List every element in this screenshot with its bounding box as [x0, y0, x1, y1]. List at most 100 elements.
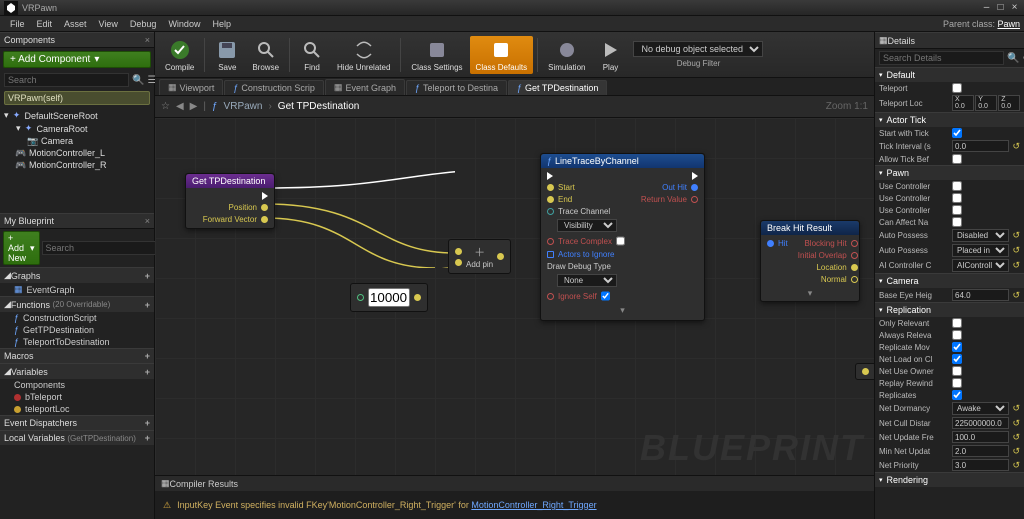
xyz-field[interactable]: X 0.0: [952, 95, 974, 111]
compile-button[interactable]: Compile: [159, 36, 200, 74]
variables-section-header[interactable]: ◢Variables+: [0, 363, 154, 379]
outhit-pin[interactable]: Out Hit: [662, 183, 698, 192]
reset-icon[interactable]: ↺: [1012, 245, 1020, 256]
details-section-header[interactable]: Pawn: [875, 165, 1024, 180]
tab-construction[interactable]: ƒConstruction Scrip: [224, 80, 324, 95]
localvars-section-header[interactable]: Local Variables (GetTPDestination)+: [0, 430, 154, 445]
tracecomplex-row[interactable]: Trace Complex: [547, 235, 698, 247]
window-maximize-button[interactable]: □: [995, 2, 1006, 13]
tab-viewport[interactable]: ▦Viewport: [159, 79, 223, 95]
returnvalue-pin[interactable]: Return Value: [641, 195, 698, 204]
add-dispatcher-icon[interactable]: +: [145, 418, 150, 428]
blockinghit-pin[interactable]: Blocking Hit: [798, 239, 858, 248]
window-close-button[interactable]: ×: [1009, 2, 1020, 13]
add-macro-icon[interactable]: +: [145, 351, 150, 361]
menu-edit[interactable]: Edit: [31, 19, 59, 29]
tree-item-camera[interactable]: 📷Camera: [2, 135, 152, 147]
hit-in-pin[interactable]: Hit: [767, 239, 788, 248]
play-button[interactable]: Play: [592, 36, 628, 74]
eventdispatchers-section-header[interactable]: Event Dispatchers+: [0, 415, 154, 430]
details-text-input[interactable]: [952, 140, 1009, 152]
details-checkbox[interactable]: [952, 128, 962, 138]
add-new-button[interactable]: + Add New▾: [3, 231, 40, 265]
details-section-header[interactable]: Camera: [875, 273, 1024, 288]
details-checkbox[interactable]: [952, 390, 962, 400]
details-checkbox[interactable]: [952, 154, 962, 164]
simulation-button[interactable]: Simulation: [542, 36, 591, 74]
normal-pin[interactable]: Normal: [798, 275, 858, 284]
details-text-input[interactable]: [952, 431, 1009, 443]
self-component-tag[interactable]: VRPawn(self): [4, 91, 150, 105]
xyz-field[interactable]: Y 0.0: [975, 95, 997, 111]
exec-in-pin[interactable]: [547, 172, 553, 180]
node-linetracebychannel[interactable]: ƒLineTraceByChannel Start Out Hit End Re…: [540, 153, 705, 321]
function-item[interactable]: ƒGetTPDestination: [0, 324, 154, 336]
node-breakhitresult[interactable]: Break Hit Result Hit Blocking Hit Initia…: [760, 220, 860, 302]
menu-window[interactable]: Window: [162, 19, 206, 29]
components-search-input[interactable]: [4, 73, 129, 87]
details-checkbox[interactable]: [952, 181, 962, 191]
graph-canvas[interactable]: Get TPDestination Position Forward Vecto…: [155, 118, 874, 475]
ignoreself-row[interactable]: Ignore Self: [547, 290, 698, 302]
myblueprint-search-input[interactable]: [42, 241, 167, 255]
details-text-input[interactable]: [952, 459, 1009, 471]
tree-item-motioncontroller-l[interactable]: 🎮MotionController_L: [2, 147, 152, 159]
tab-teleport[interactable]: ƒTeleport to Destina: [406, 80, 507, 95]
favorite-icon[interactable]: ☆: [161, 101, 170, 112]
literal-value-input[interactable]: [368, 288, 410, 307]
start-pin[interactable]: Start: [547, 183, 575, 192]
details-checkbox[interactable]: [952, 318, 962, 328]
compiler-link[interactable]: MotionController_Right_Trigger: [471, 500, 596, 510]
details-checkbox[interactable]: [952, 330, 962, 340]
details-text-input[interactable]: [952, 417, 1009, 429]
browse-button[interactable]: Browse: [246, 36, 285, 74]
details-section-header[interactable]: Actor Tick: [875, 112, 1024, 127]
details-checkbox[interactable]: [952, 193, 962, 203]
exec-out-pin[interactable]: [692, 172, 698, 180]
forward-vector-pin[interactable]: Forward Vector: [203, 215, 268, 224]
drawdebug-select[interactable]: None: [557, 274, 617, 287]
nav-back-icon[interactable]: ◀: [176, 101, 184, 112]
class-defaults-button[interactable]: Class Defaults: [470, 36, 534, 74]
reset-icon[interactable]: ↺: [1012, 446, 1020, 457]
tree-item-defaultsceneroot[interactable]: ▾✦DefaultSceneRoot: [2, 109, 152, 122]
menu-help[interactable]: Help: [206, 19, 237, 29]
class-settings-button[interactable]: Class Settings: [405, 36, 468, 74]
add-localvar-icon[interactable]: +: [145, 433, 150, 443]
tab-eventgraph[interactable]: ▦Event Graph: [325, 79, 405, 95]
graphs-section-header[interactable]: ◢Graphs+: [0, 267, 154, 283]
position-pin[interactable]: Position: [203, 203, 268, 212]
components-panel-header[interactable]: Components×: [0, 32, 154, 48]
actorstoignore-row[interactable]: Actors to Ignore: [547, 250, 698, 259]
details-checkbox[interactable]: [952, 83, 962, 93]
breadcrumb-fn[interactable]: VRPawn: [224, 101, 263, 112]
location-pin[interactable]: Location: [798, 263, 858, 272]
details-select[interactable]: Disabled: [952, 229, 1009, 242]
expand-icon[interactable]: ▾: [761, 288, 859, 301]
details-checkbox[interactable]: [952, 342, 962, 352]
details-section-header[interactable]: Replication: [875, 302, 1024, 317]
mult-in-a[interactable]: [455, 248, 462, 255]
tab-gettpdestination[interactable]: ƒGet TPDestination: [508, 80, 607, 95]
reset-icon[interactable]: ↺: [1012, 403, 1020, 414]
macros-section-header[interactable]: Macros+: [0, 348, 154, 363]
details-checkbox[interactable]: [952, 378, 962, 388]
menu-file[interactable]: File: [4, 19, 31, 29]
details-text-input[interactable]: [952, 445, 1009, 457]
tracechannel-select[interactable]: Visibility: [557, 219, 617, 232]
add-graph-icon[interactable]: +: [145, 271, 150, 281]
add-component-button[interactable]: + Add Component▾: [3, 51, 151, 68]
details-panel-header[interactable]: ▦ Details: [875, 32, 1024, 49]
menu-debug[interactable]: Debug: [124, 19, 163, 29]
tree-item-cameraroot[interactable]: ▾✦CameraRoot: [2, 122, 152, 135]
hide-unrelated-button[interactable]: Hide Unrelated: [331, 36, 396, 74]
variable-group-components[interactable]: Components: [0, 379, 154, 391]
reset-icon[interactable]: ↺: [1012, 418, 1020, 429]
tree-item-motioncontroller-r[interactable]: 🎮MotionController_R: [2, 159, 152, 171]
node-header[interactable]: ƒLineTraceByChannel: [541, 154, 704, 168]
details-section-header[interactable]: Default: [875, 67, 1024, 82]
details-checkbox[interactable]: [952, 366, 962, 376]
initialoverlap-pin[interactable]: Initial Overlap: [798, 251, 858, 260]
reset-icon[interactable]: ↺: [1012, 432, 1020, 443]
details-checkbox[interactable]: [952, 354, 962, 364]
